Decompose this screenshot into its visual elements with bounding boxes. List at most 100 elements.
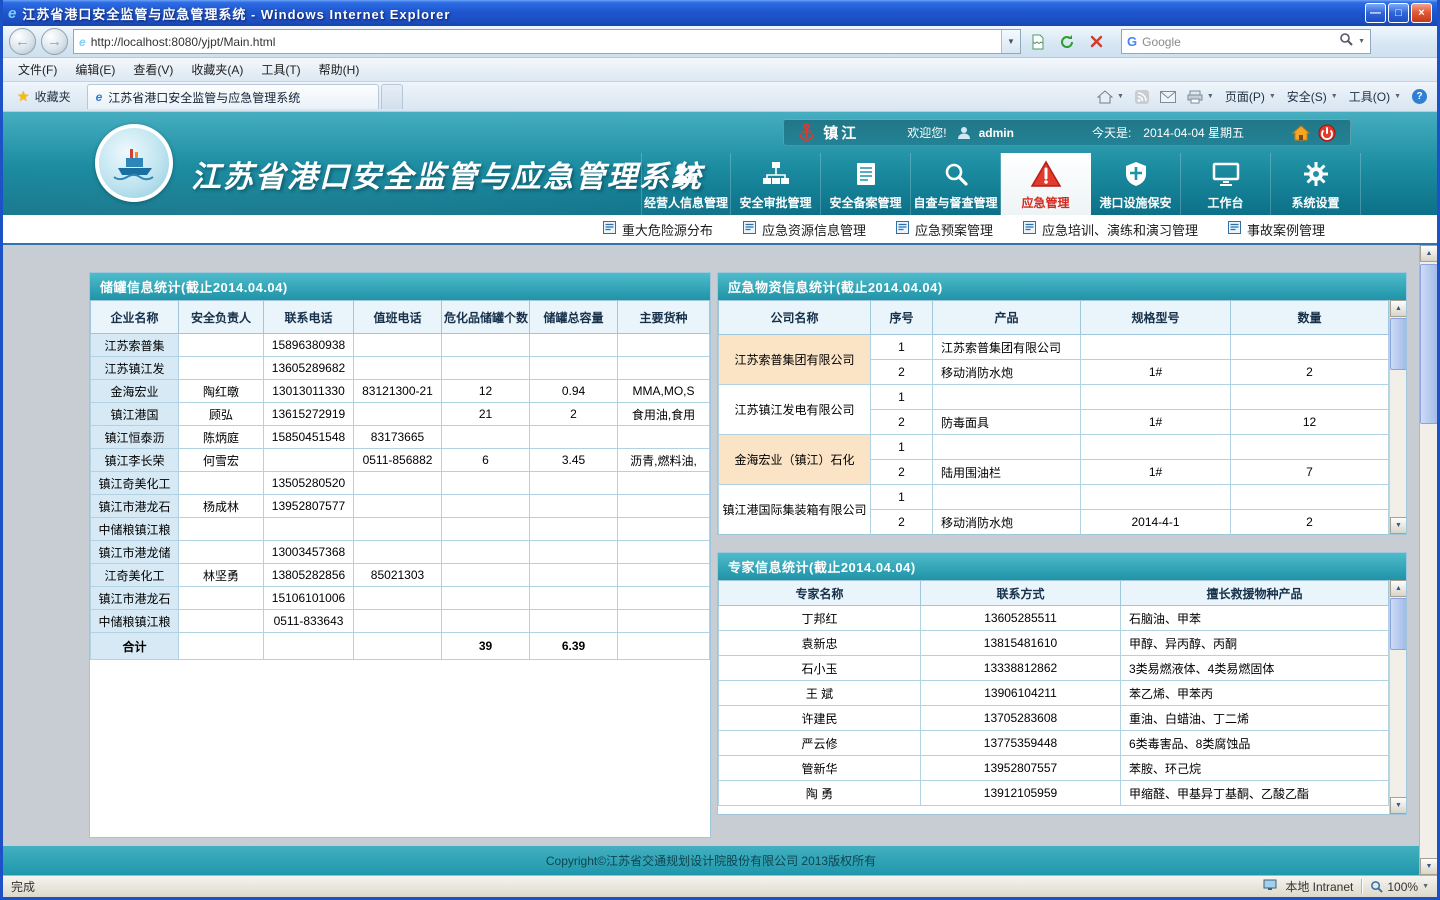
help-icon: ? <box>1412 89 1427 104</box>
cell: 6.39 <box>530 633 618 660</box>
search-input[interactable] <box>1142 35 1334 49</box>
nav-item-inspection[interactable]: 自查与督查管理 <box>911 153 1001 215</box>
nav-item-security[interactable]: 港口设施保安 <box>1091 153 1181 215</box>
spec-cell <box>1081 435 1231 460</box>
menu-item-2[interactable]: 查看(V) <box>124 58 182 81</box>
page-menu-button[interactable]: 页面(P) ▼ <box>1225 88 1276 105</box>
cell <box>442 518 530 541</box>
close-button[interactable]: × <box>1411 3 1432 23</box>
refresh-button[interactable] <box>1055 30 1079 54</box>
table-row: 镇江市港龙储13003457368 <box>91 541 710 564</box>
cell: 15850451548 <box>264 426 354 449</box>
search-box[interactable]: G ▼ <box>1121 29 1371 54</box>
form-icon <box>1228 221 1241 237</box>
nav-label: 经营人信息管理 <box>644 194 728 211</box>
menu-item-3[interactable]: 收藏夹(A) <box>182 58 252 81</box>
search-magnifier-icon[interactable] <box>1339 32 1353 51</box>
safety-dropdown-icon: ▼ <box>1331 93 1338 100</box>
favorites-button[interactable]: ★ 收藏夹 <box>9 85 79 108</box>
cell: 12 <box>442 380 530 403</box>
cell <box>264 518 354 541</box>
portal-home-button[interactable] <box>1292 125 1310 141</box>
tools-menu-button[interactable]: 工具(O) ▼ <box>1349 88 1401 105</box>
seq-cell: 1 <box>871 435 933 460</box>
print-button[interactable]: ▼ <box>1187 90 1214 104</box>
zoom-level: 100% <box>1387 880 1418 894</box>
subnav-item-1[interactable]: 应急资源信息管理 <box>743 220 866 239</box>
scroll-thumb[interactable] <box>1390 598 1406 650</box>
cell: 中储粮镇江粮 <box>91 610 179 633</box>
back-button[interactable]: ← <box>9 28 36 55</box>
product-cell: 江苏索普集团有限公司 <box>933 335 1081 360</box>
scroll-down-icon[interactable]: ▼ <box>1420 858 1438 875</box>
menu-item-1[interactable]: 编辑(E) <box>66 58 124 81</box>
search-dropdown-icon[interactable]: ▼ <box>1358 38 1365 45</box>
home-button[interactable]: ▼ <box>1097 90 1124 104</box>
cell: 39 <box>442 633 530 660</box>
mail-button[interactable] <box>1160 91 1176 103</box>
scroll-up-icon[interactable]: ▲ <box>1390 580 1406 597</box>
subnav-item-3[interactable]: 应急培训、演练和演习管理 <box>1023 220 1198 239</box>
favorites-label: 收藏夹 <box>35 88 71 105</box>
scroll-up-icon[interactable]: ▲ <box>1420 245 1438 262</box>
safety-menu-button[interactable]: 安全(S) ▼ <box>1287 88 1338 105</box>
nav-label: 系统设置 <box>1291 194 1339 211</box>
cell <box>442 357 530 380</box>
scroll-thumb[interactable] <box>1420 264 1438 424</box>
menu-item-4[interactable]: 工具(T) <box>252 58 309 81</box>
nav-item-settings[interactable]: 系统设置 <box>1271 153 1361 215</box>
menu-item-0[interactable]: 文件(F) <box>9 58 66 81</box>
product-cell: 防毒面具 <box>933 410 1081 435</box>
help-button[interactable]: ? <box>1412 89 1427 104</box>
minimize-button[interactable]: — <box>1365 3 1386 23</box>
menu-item-5[interactable]: 帮助(H) <box>310 58 369 81</box>
nav-item-record[interactable]: 安全备案管理 <box>821 153 911 215</box>
tank-panel-title: 储罐信息统计(截止2014.04.04) <box>90 273 710 300</box>
column-header: 联系方式 <box>921 581 1121 606</box>
security-icon <box>1121 159 1151 189</box>
banner: 江苏省港口安全监管与应急管理系统 镇江 欢迎您! admin 今天是: 2014… <box>3 112 1437 215</box>
nav-item-workbench[interactable]: 工作台 <box>1181 153 1271 215</box>
forward-button[interactable]: → <box>41 28 68 55</box>
compatibility-view-icon[interactable] <box>1026 30 1050 54</box>
new-tab-button[interactable] <box>381 84 403 109</box>
tools-menu-label: 工具(O) <box>1349 88 1390 105</box>
browser-tab[interactable]: e 江苏省港口安全监管与应急管理系统 <box>87 84 379 109</box>
url-input[interactable] <box>91 30 996 53</box>
scroll-down-icon[interactable]: ▼ <box>1390 797 1406 814</box>
stop-button[interactable] <box>1084 30 1108 54</box>
cell <box>530 587 618 610</box>
materials-scrollbar[interactable]: ▲ ▼ <box>1389 300 1406 534</box>
scroll-up-icon[interactable]: ▲ <box>1390 300 1406 317</box>
logout-button[interactable] <box>1318 124 1336 142</box>
zoom-control[interactable]: 100% ▼ <box>1370 880 1429 894</box>
nav-item-operators[interactable]: 经营人信息管理 <box>641 153 731 215</box>
zoom-dropdown-icon[interactable]: ▼ <box>1422 883 1429 890</box>
phone-cell: 13912105959 <box>921 781 1121 806</box>
feeds-button[interactable] <box>1135 90 1149 104</box>
print-dropdown-icon[interactable]: ▼ <box>1207 93 1214 100</box>
cell: 金海宏业 <box>91 380 179 403</box>
seq-cell: 2 <box>871 410 933 435</box>
url-field[interactable]: e ▼ <box>73 29 1021 54</box>
scroll-thumb[interactable] <box>1390 318 1406 370</box>
nav-item-emergency[interactable]: 应急管理 <box>1001 153 1091 215</box>
subnav-item-2[interactable]: 应急预案管理 <box>896 220 993 239</box>
home-dropdown-icon[interactable]: ▼ <box>1117 93 1124 100</box>
column-header: 专家名称 <box>719 581 921 606</box>
subnav-item-4[interactable]: 事故案例管理 <box>1228 220 1325 239</box>
ship-icon <box>111 142 157 184</box>
experts-scrollbar[interactable]: ▲ ▼ <box>1389 580 1406 814</box>
nav-item-approval[interactable]: 安全审批管理 <box>731 153 821 215</box>
scroll-down-icon[interactable]: ▼ <box>1390 517 1406 534</box>
expert-name-cell: 许建民 <box>719 706 921 731</box>
table-row: 江苏镇江发13605289682 <box>91 357 710 380</box>
maximize-button[interactable]: □ <box>1388 3 1409 23</box>
subnav-item-0[interactable]: 重大危险源分布 <box>603 220 713 239</box>
page-scrollbar[interactable]: ▲ ▼ <box>1419 245 1437 875</box>
cell: 何雪宏 <box>179 449 264 472</box>
skill-cell: 甲醇、异丙醇、丙酮 <box>1121 631 1389 656</box>
subnav-label: 重大危险源分布 <box>622 220 713 239</box>
url-dropdown-icon[interactable]: ▼ <box>1001 30 1020 53</box>
cell: 2 <box>530 403 618 426</box>
